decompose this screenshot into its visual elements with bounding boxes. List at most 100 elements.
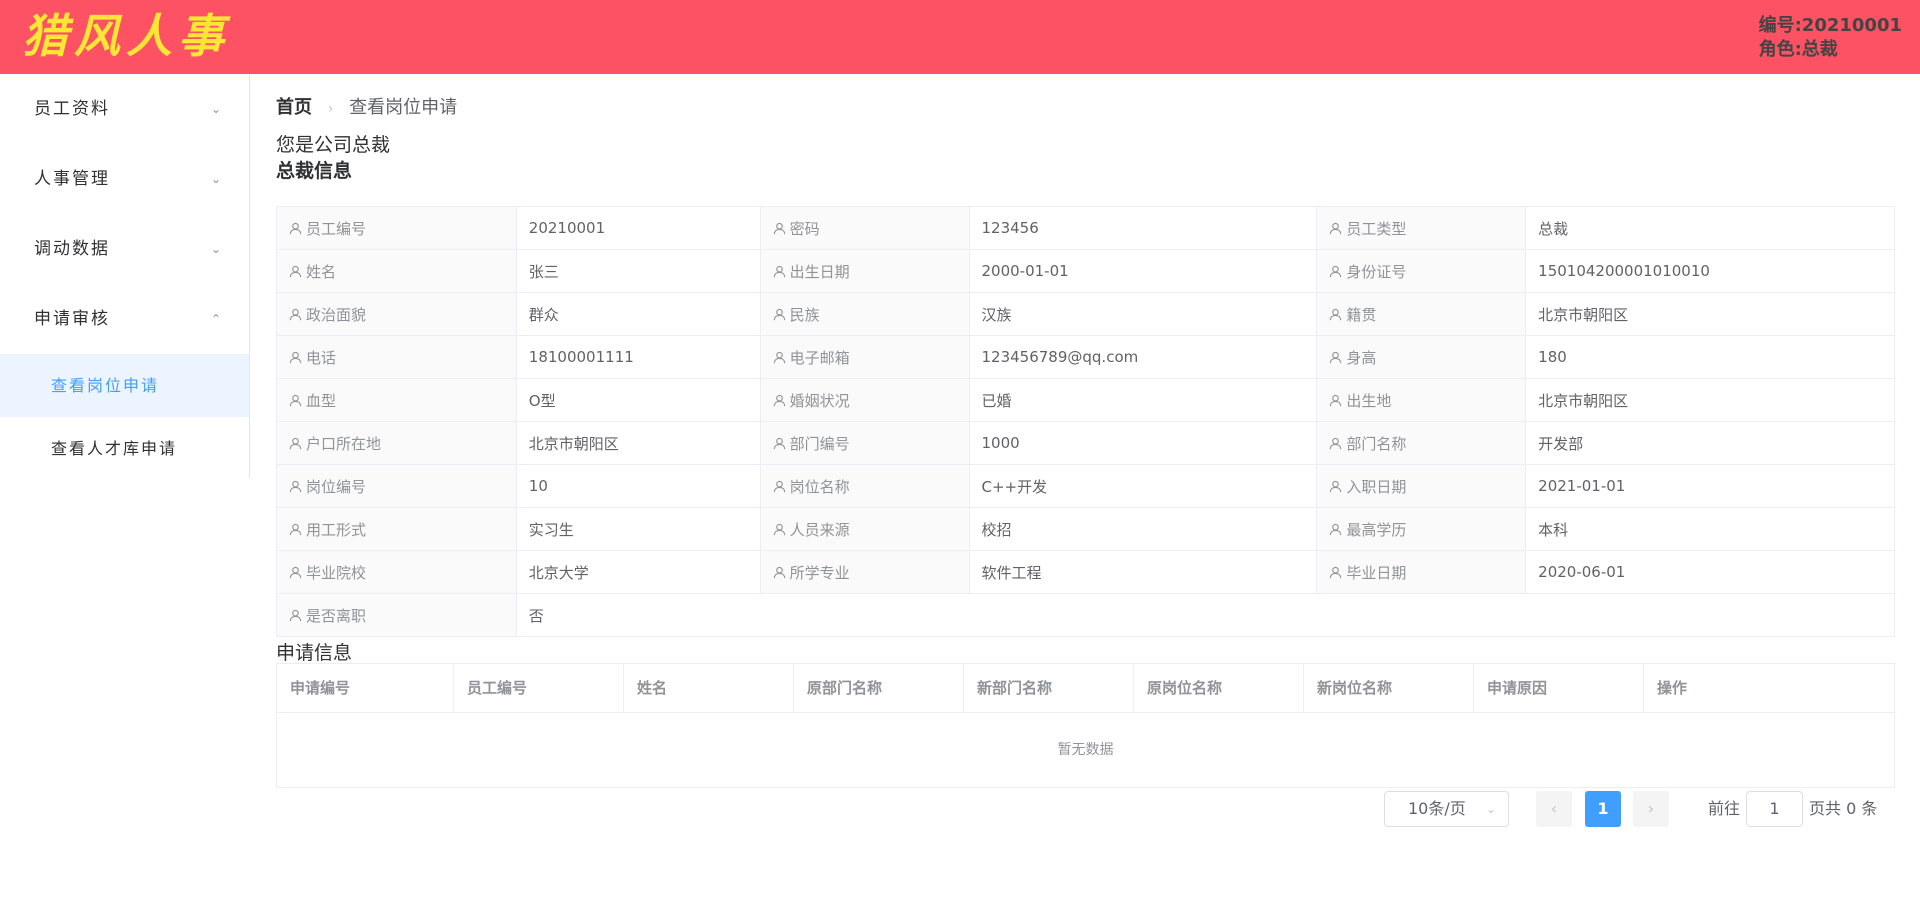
info-label-text: 入职日期 xyxy=(1346,477,1407,496)
info-value: 软件工程 xyxy=(968,550,1318,594)
empty-state: 暂无数据 xyxy=(1057,742,1114,758)
info-value: 否 xyxy=(515,593,1896,637)
info-label: 毕业院校 xyxy=(276,550,517,594)
info-row: 血型 O型 婚姻状况 已婚 出生地 北京市朝阳区 xyxy=(276,378,1895,422)
info-value: 开发部 xyxy=(1525,421,1895,465)
user-icon xyxy=(1330,437,1342,449)
info-label: 电话 xyxy=(276,335,517,379)
user-icon xyxy=(1330,265,1342,277)
goto-page-input[interactable]: 1 xyxy=(1746,791,1803,827)
info-value: 实习生 xyxy=(515,507,761,551)
info-label-text: 身高 xyxy=(1346,348,1377,367)
apply-section-title: 申请信息 xyxy=(276,642,353,664)
user-icon xyxy=(773,351,785,363)
info-label: 出生日期 xyxy=(759,249,970,293)
page-size-select[interactable]: 10条/页 ⌄ xyxy=(1384,791,1509,827)
user-icon xyxy=(289,480,302,492)
info-label: 政治面貌 xyxy=(276,292,517,336)
column-header: 新岗位名称 xyxy=(1304,664,1474,712)
info-label-text: 最高学历 xyxy=(1346,520,1407,539)
info-value: 校招 xyxy=(968,507,1318,551)
info-label-text: 部门编号 xyxy=(789,434,850,453)
user-icon xyxy=(773,480,785,492)
info-label-text: 员工编号 xyxy=(306,219,367,238)
info-value: 2021-01-01 xyxy=(1525,464,1895,508)
next-page-button[interactable]: › xyxy=(1633,791,1669,827)
sidebar-menu-label: 人事管理 xyxy=(34,169,110,189)
user-icon xyxy=(773,437,785,449)
breadcrumb-current: 查看岗位申请 xyxy=(349,97,458,118)
user-icon xyxy=(1330,394,1342,406)
info-label: 岗位编号 xyxy=(276,464,517,508)
info-value: 已婚 xyxy=(968,378,1318,422)
breadcrumb-home[interactable]: 首页 xyxy=(276,97,312,118)
info-row: 毕业院校 北京大学 所学专业 软件工程 毕业日期 2020-06-01 xyxy=(276,550,1895,594)
info-label: 民族 xyxy=(759,292,970,336)
info-label-text: 出生地 xyxy=(1346,391,1392,410)
info-label: 是否离职 xyxy=(276,593,517,637)
sidebar-item-view-talent-pool-applications[interactable]: 查看人才库申请 xyxy=(0,417,249,480)
info-row: 岗位编号 10 岗位名称 C++开发 入职日期 2021-01-01 xyxy=(276,464,1895,508)
sidebar-menu-employee-info[interactable]: 员工资料 ⌄ xyxy=(0,74,249,144)
info-label: 员工类型 xyxy=(1316,206,1527,250)
info-label: 毕业日期 xyxy=(1316,550,1527,594)
user-icon xyxy=(289,351,302,363)
info-label-text: 电话 xyxy=(306,348,337,367)
user-icon xyxy=(289,265,302,277)
app-logo: 猎风人事 xyxy=(22,9,230,63)
info-label: 血型 xyxy=(276,378,517,422)
user-icon xyxy=(289,308,302,320)
info-label: 岗位名称 xyxy=(759,464,970,508)
sidebar-menu-application-review[interactable]: 申请审核 ⌃ xyxy=(0,284,249,354)
sidebar-menu-hr-management[interactable]: 人事管理 ⌄ xyxy=(0,144,249,214)
column-header: 申请编号 xyxy=(277,664,454,712)
info-label: 入职日期 xyxy=(1316,464,1527,508)
sidebar-item-view-position-applications[interactable]: 查看岗位申请 xyxy=(0,354,249,417)
info-row: 是否离职 否 xyxy=(276,593,1896,637)
chevron-right-icon: › xyxy=(1647,799,1655,818)
column-header: 姓名 xyxy=(624,664,794,712)
info-label: 姓名 xyxy=(276,249,517,293)
user-icon xyxy=(289,523,302,535)
info-label-text: 姓名 xyxy=(306,262,337,281)
user-icon xyxy=(1330,351,1342,363)
info-label-text: 电子邮箱 xyxy=(789,348,850,367)
column-header: 原岗位名称 xyxy=(1134,664,1304,712)
info-label: 身高 xyxy=(1316,335,1527,379)
column-header: 员工编号 xyxy=(454,664,624,712)
column-header: 原部门名称 xyxy=(794,664,964,712)
info-label: 部门编号 xyxy=(759,421,970,465)
info-label-text: 部门名称 xyxy=(1346,434,1407,453)
info-label: 户口所在地 xyxy=(276,421,517,465)
sidebar-menu-label: 调动数据 xyxy=(34,239,110,259)
prev-page-button[interactable]: ‹ xyxy=(1536,791,1572,827)
user-icon xyxy=(289,394,302,406)
info-label: 出生地 xyxy=(1316,378,1527,422)
user-icon xyxy=(289,566,302,578)
info-row: 政治面貌 群众 民族 汉族 籍贯 北京市朝阳区 xyxy=(276,292,1895,336)
user-id: 编号:20210001 xyxy=(1758,15,1902,36)
info-label-text: 毕业院校 xyxy=(306,563,367,582)
page-number-current[interactable]: 1 xyxy=(1585,791,1621,827)
info-value: 1000 xyxy=(968,421,1318,465)
apply-table-header: 申请编号 员工编号 姓名 原部门名称 新部门名称 原岗位名称 新岗位名称 申请原因 操作 xyxy=(277,664,1894,713)
sidebar-menu-label: 员工资料 xyxy=(34,99,110,119)
user-icon xyxy=(289,437,302,449)
info-value: 群众 xyxy=(515,292,761,336)
info-value: 北京市朝阳区 xyxy=(1525,292,1895,336)
info-label-text: 身份证号 xyxy=(1346,262,1407,281)
user-icon xyxy=(773,265,785,277)
chevron-down-icon: ⌄ xyxy=(210,242,223,256)
info-value: 总裁 xyxy=(1525,206,1895,250)
info-label: 籍贯 xyxy=(1316,292,1527,336)
user-icon xyxy=(1330,523,1342,535)
info-value: O型 xyxy=(515,378,761,422)
user-icon xyxy=(1330,566,1342,578)
info-row: 户口所在地 北京市朝阳区 部门编号 1000 部门名称 开发部 xyxy=(276,421,1895,465)
user-icon xyxy=(1330,308,1342,320)
user-icon xyxy=(773,523,785,535)
sidebar-menu-transfer-data[interactable]: 调动数据 ⌄ xyxy=(0,214,249,284)
role-description: 您是公司总裁 xyxy=(276,134,391,156)
goto-label: 前往 xyxy=(1708,799,1741,818)
info-row: 员工编号 20210001 密码 123456 员工类型 总裁 xyxy=(276,206,1895,250)
